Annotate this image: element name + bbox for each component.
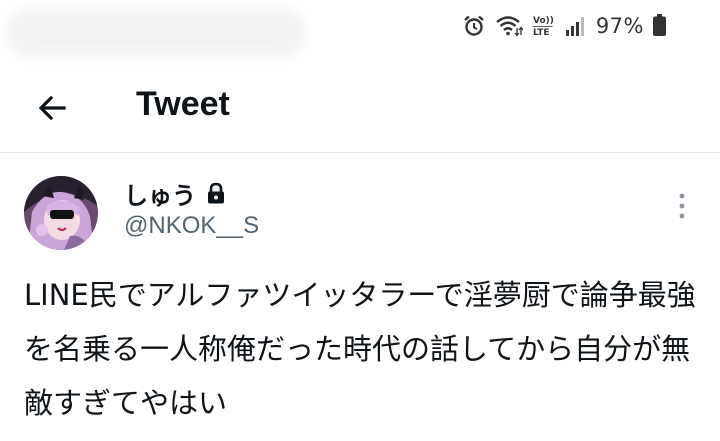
back-button[interactable]: [26, 82, 78, 134]
alarm-icon: [462, 14, 486, 38]
header-divider: [0, 152, 720, 153]
status-icons: Vo)) LTE 97%: [462, 10, 666, 42]
arrow-left-icon: [38, 95, 66, 121]
status-bar: Vo)) LTE 97%: [0, 0, 720, 58]
volte-icon: Vo)) LTE: [532, 13, 556, 39]
tweet-text: LINE民でアルファツイッタラーで淫夢厨で論争最強を名乗る一人称俺だった時代の話…: [24, 278, 696, 420]
more-options-button[interactable]: [664, 188, 700, 224]
status-bar-obscured-area: [6, 8, 306, 58]
wifi-icon: [495, 15, 523, 37]
page-title: Tweet: [136, 85, 230, 123]
network-label: LTE: [533, 28, 550, 38]
avatar[interactable]: [24, 176, 98, 250]
battery-percent: 97%: [595, 14, 644, 38]
signal-icon: [565, 15, 587, 37]
lock-icon: [208, 182, 224, 204]
more-vertical-icon: [679, 193, 685, 219]
svg-text:Vo)): Vo)): [533, 16, 554, 26]
display-name[interactable]: しゅう: [124, 176, 196, 211]
top-navigation: Tweet: [0, 64, 720, 152]
display-name-row: しゅう: [124, 176, 226, 210]
user-handle[interactable]: @NKOK__S: [124, 212, 259, 240]
battery-icon: [653, 14, 666, 36]
